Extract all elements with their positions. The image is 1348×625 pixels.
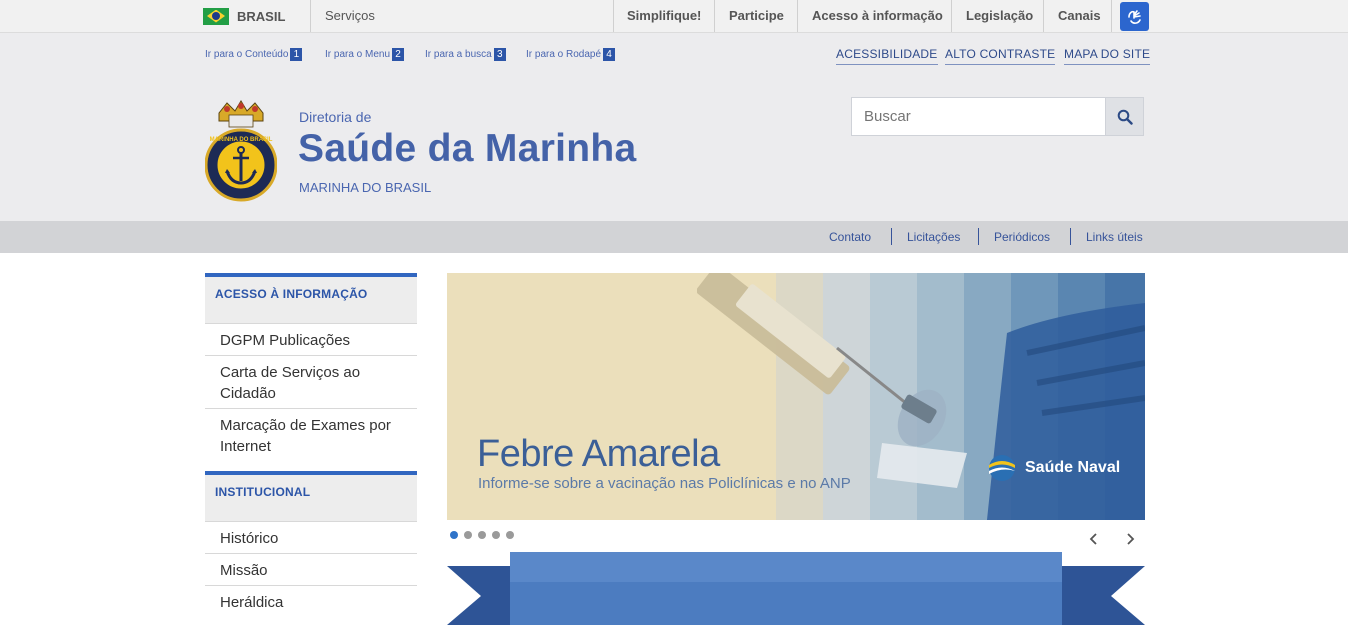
gov-link-canais[interactable]: Canais <box>1058 0 1101 32</box>
skip-link-menu[interactable]: Ir para o Menu 2 <box>325 48 405 61</box>
carousel-pagination <box>450 531 514 539</box>
chevron-right-icon <box>1127 533 1135 545</box>
site-subtitle: MARINHA DO BRASIL <box>299 180 432 195</box>
sidebar-section-title[interactable]: INSTITUCIONAL <box>205 471 417 522</box>
site-header: Ir para o Conteúdo 1 Ir para o Menu 2 Ir p… <box>0 33 1348 221</box>
brasil-link[interactable]: BRASIL <box>203 0 285 32</box>
brazil-flag-icon <box>203 7 229 25</box>
navy-emblem-logo[interactable]: MARINHA DO BRASIL <box>204 99 278 209</box>
sidebar-item-marcacao-exames[interactable]: Marcação de Exames por Internet <box>205 408 417 467</box>
skip-link-conteudo[interactable]: Ir para o Conteúdo 1 <box>205 48 303 61</box>
carousel-dot[interactable] <box>492 531 500 539</box>
search-input[interactable] <box>852 98 1105 135</box>
sidebar-item-heraldica[interactable]: Heráldica <box>205 585 417 625</box>
sign-language-icon[interactable] <box>1120 2 1149 31</box>
mapa-do-site-link[interactable]: MAPA DO SITE <box>1064 47 1151 65</box>
carousel-dot[interactable] <box>450 531 458 539</box>
site-pre-title: Diretoria de <box>299 109 372 125</box>
search-button[interactable] <box>1105 98 1143 135</box>
divider <box>1043 0 1044 32</box>
carousel-prev-button[interactable] <box>1089 532 1099 551</box>
sidebar-section-title[interactable]: ACESSO À INFORMAÇÃO <box>205 273 417 324</box>
divider <box>797 0 798 32</box>
emblem-text: MARINHA DO BRASIL <box>210 137 273 143</box>
divider <box>978 228 979 245</box>
alto-contraste-link[interactable]: ALTO CONTRASTE <box>945 47 1056 65</box>
skip-link-busca[interactable]: Ir para a busca 3 <box>425 48 506 61</box>
carousel-dot[interactable] <box>478 531 486 539</box>
sidebar-item-historico[interactable]: Histórico <box>205 521 417 553</box>
slide-subtitle: Informe-se sobre a vacinação nas Policlí… <box>478 475 851 492</box>
divider <box>951 0 952 32</box>
saude-naval-icon <box>989 455 1015 481</box>
gov-link-legislacao[interactable]: Legislação <box>966 0 1033 32</box>
gov-link-participe[interactable]: Participe <box>729 0 784 32</box>
servicos-link[interactable]: Serviços <box>325 0 375 32</box>
brasil-label: BRASIL <box>237 8 286 24</box>
service-links-bar: Contato Licitações Periódicos Links útei… <box>0 221 1348 253</box>
service-link-contato[interactable]: Contato <box>829 221 871 253</box>
acessibilidade-link[interactable]: ACESSIBILIDADE <box>836 47 938 65</box>
saude-naval-label: Saúde Naval <box>1025 459 1121 476</box>
divider <box>613 0 614 32</box>
ribbon-banner <box>447 552 1145 625</box>
chevron-left-icon <box>1089 533 1097 545</box>
carousel-next-button[interactable] <box>1125 532 1135 551</box>
government-bar: BRASIL Serviços Simplifique! Participe A… <box>0 0 1348 33</box>
gov-link-acesso-informacao[interactable]: Acesso à informação <box>812 0 943 32</box>
slide-title: Febre Amarela <box>477 433 720 475</box>
skip-link-rodape[interactable]: Ir para o Rodapé 4 <box>526 48 616 61</box>
service-link-licitacoes[interactable]: Licitações <box>907 221 960 253</box>
divider <box>1111 0 1112 32</box>
search-icon <box>1117 109 1133 125</box>
divider <box>310 0 311 32</box>
search-form <box>851 97 1144 136</box>
divider <box>714 0 715 32</box>
divider <box>891 228 892 245</box>
divider <box>1070 228 1071 245</box>
service-link-periodicos[interactable]: Periódicos <box>994 221 1050 253</box>
service-link-links-uteis[interactable]: Links úteis <box>1086 221 1143 253</box>
carousel-dot[interactable] <box>464 531 472 539</box>
site-title[interactable]: Saúde da Marinha <box>298 127 637 171</box>
sidebar-item-missao[interactable]: Missão <box>205 553 417 585</box>
gov-link-simplifique[interactable]: Simplifique! <box>627 0 701 32</box>
saude-naval-logo: Saúde Naval <box>985 453 1120 483</box>
sidebar-item-carta-servicos[interactable]: Carta de Serviços ao Cidadão <box>205 355 417 408</box>
carousel-dot[interactable] <box>506 531 514 539</box>
sidebar-item-dgpm-publicacoes[interactable]: DGPM Publicações <box>205 323 417 355</box>
news-carousel-slide[interactable]: Febre Amarela Informe-se sobre a vacinaç… <box>447 273 1145 520</box>
